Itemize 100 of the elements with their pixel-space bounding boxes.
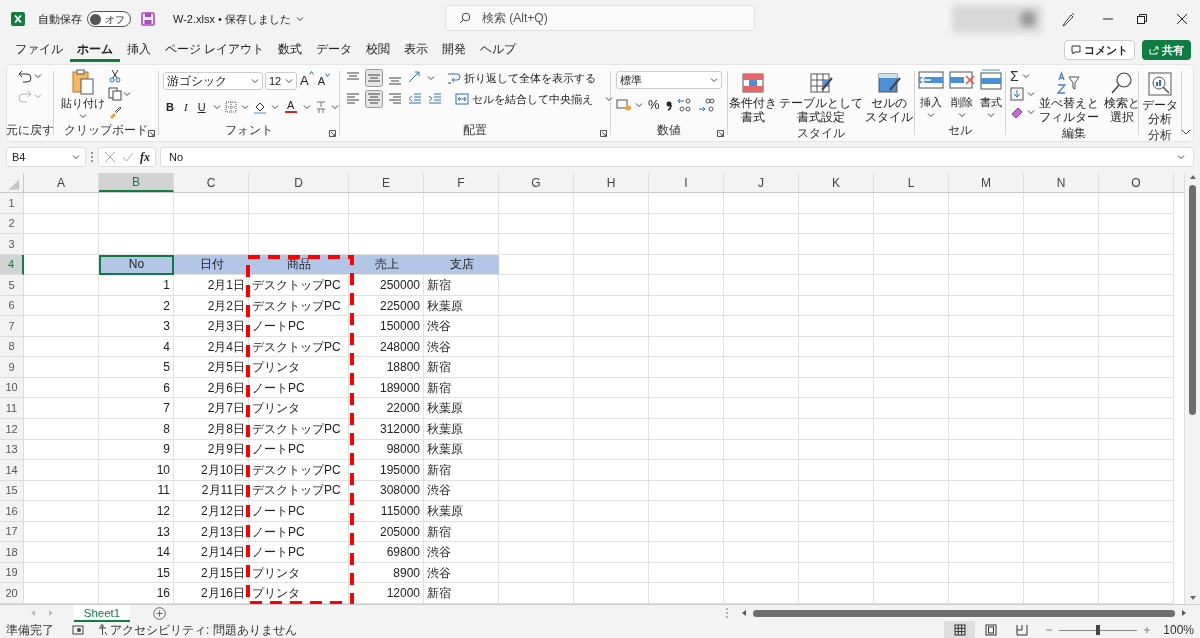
table-cell[interactable]	[874, 254, 949, 276]
dialog-launcher-icon[interactable]	[329, 130, 336, 137]
table-cell[interactable]: 10	[99, 460, 174, 481]
menu-tab[interactable]: ファイル	[8, 38, 70, 62]
table-cell[interactable]	[574, 234, 649, 255]
table-cell[interactable]	[949, 398, 1024, 419]
table-cell[interactable]	[724, 521, 799, 543]
column-header[interactable]: J	[724, 173, 799, 192]
table-cell[interactable]	[874, 234, 949, 255]
table-cell[interactable]	[724, 480, 799, 502]
align-left-icon[interactable]	[345, 91, 361, 107]
table-cell[interactable]	[874, 377, 949, 399]
table-cell[interactable]: プリンタ	[249, 583, 349, 604]
bold-button[interactable]: B	[163, 98, 177, 115]
row-header[interactable]: 3	[0, 234, 24, 255]
table-cell[interactable]: デスクトップPC	[249, 460, 349, 481]
grow-font-button[interactable]: A	[299, 71, 315, 91]
row-header[interactable]: 5	[0, 275, 24, 296]
table-cell[interactable]	[949, 562, 1024, 584]
table-cell[interactable]	[24, 275, 99, 296]
formula-field[interactable]: No	[160, 147, 1194, 167]
table-cell[interactable]	[799, 480, 874, 502]
table-cell[interactable]	[424, 193, 499, 214]
table-cell[interactable]: 渋谷	[424, 336, 499, 358]
row-header[interactable]: 15	[0, 480, 24, 502]
table-cell[interactable]	[1024, 542, 1099, 563]
table-cell[interactable]	[574, 336, 649, 358]
dialog-launcher-icon[interactable]	[600, 130, 607, 137]
table-cell[interactable]	[24, 439, 99, 461]
table-cell[interactable]	[174, 234, 249, 255]
table-cell[interactable]	[799, 316, 874, 337]
splitter-handle-icon[interactable]	[725, 607, 729, 619]
table-cell[interactable]	[649, 562, 724, 584]
table-cell[interactable]: 新宿	[424, 357, 499, 378]
table-cell[interactable]	[24, 460, 99, 481]
column-header[interactable]: C	[174, 173, 249, 192]
table-cell[interactable]	[649, 398, 724, 419]
table-cell[interactable]	[1024, 275, 1099, 296]
table-cell[interactable]	[499, 542, 574, 563]
table-cell[interactable]	[949, 316, 1024, 337]
table-cell[interactable]: 秋葉原	[424, 398, 499, 419]
collapse-ribbon-icon[interactable]	[1181, 127, 1191, 137]
row-header[interactable]: 19	[0, 562, 24, 584]
table-cell[interactable]	[874, 562, 949, 584]
table-cell[interactable]	[949, 542, 1024, 563]
table-cell[interactable]	[349, 193, 424, 214]
table-cell[interactable]	[1099, 501, 1174, 522]
table-cell[interactable]: 新宿	[424, 377, 499, 399]
table-cell[interactable]	[574, 439, 649, 461]
table-cell[interactable]	[1099, 521, 1174, 543]
table-cell[interactable]	[499, 480, 574, 502]
wrap-text-icon[interactable]	[447, 71, 461, 85]
column-header[interactable]: K	[799, 173, 874, 192]
table-cell[interactable]: 98000	[349, 439, 424, 461]
menu-tab[interactable]: 表示	[397, 38, 436, 62]
table-cell[interactable]	[1099, 316, 1174, 337]
table-cell[interactable]	[724, 234, 799, 255]
row-header[interactable]: 18	[0, 542, 24, 563]
table-cell[interactable]	[1099, 439, 1174, 461]
table-cell[interactable]	[1024, 336, 1099, 358]
table-cell[interactable]	[649, 234, 724, 255]
table-cell[interactable]	[649, 213, 724, 235]
table-cell[interactable]	[574, 377, 649, 399]
table-cell[interactable]: 2月2日	[174, 295, 249, 317]
table-cell[interactable]	[724, 316, 799, 337]
table-cell[interactable]	[799, 439, 874, 461]
table-cell[interactable]: 渋谷	[424, 562, 499, 584]
table-cell[interactable]	[574, 193, 649, 214]
table-cell[interactable]	[1099, 254, 1174, 276]
table-cell[interactable]	[649, 377, 724, 399]
scroll-right-icon[interactable]	[1181, 609, 1187, 617]
table-cell[interactable]	[499, 213, 574, 235]
comment-button[interactable]: コメント	[1064, 40, 1135, 60]
table-cell[interactable]	[574, 460, 649, 481]
table-cell[interactable]	[499, 336, 574, 358]
table-cell[interactable]: 7	[99, 398, 174, 419]
merge-center-button[interactable]: セルを結合して中央揃え	[455, 90, 613, 108]
increase-indent-icon[interactable]	[427, 91, 443, 107]
table-cell[interactable]	[874, 336, 949, 358]
table-cell[interactable]	[799, 521, 874, 543]
table-cell[interactable]: 秋葉原	[424, 439, 499, 461]
increase-decimal-icon[interactable]	[675, 96, 694, 113]
table-cell[interactable]	[1099, 213, 1174, 235]
table-cell[interactable]	[724, 419, 799, 440]
table-cell[interactable]	[724, 357, 799, 378]
paste-button[interactable]: 貼り付け	[60, 69, 106, 120]
row-header[interactable]: 7	[0, 316, 24, 337]
table-cell[interactable]: 12	[99, 501, 174, 522]
table-cell[interactable]	[174, 193, 249, 214]
table-cell[interactable]	[499, 254, 574, 276]
table-cell[interactable]	[799, 213, 874, 235]
table-cell[interactable]	[649, 275, 724, 296]
zoom-level[interactable]: 100%	[1163, 621, 1194, 638]
table-cell[interactable]	[1099, 357, 1174, 378]
row-header[interactable]: 9	[0, 357, 24, 378]
redo-icon[interactable]	[18, 89, 32, 103]
account-area[interactable]	[952, 5, 1042, 33]
table-cell[interactable]	[724, 501, 799, 522]
table-cell[interactable]	[574, 480, 649, 502]
table-cell[interactable]: 2月9日	[174, 439, 249, 461]
